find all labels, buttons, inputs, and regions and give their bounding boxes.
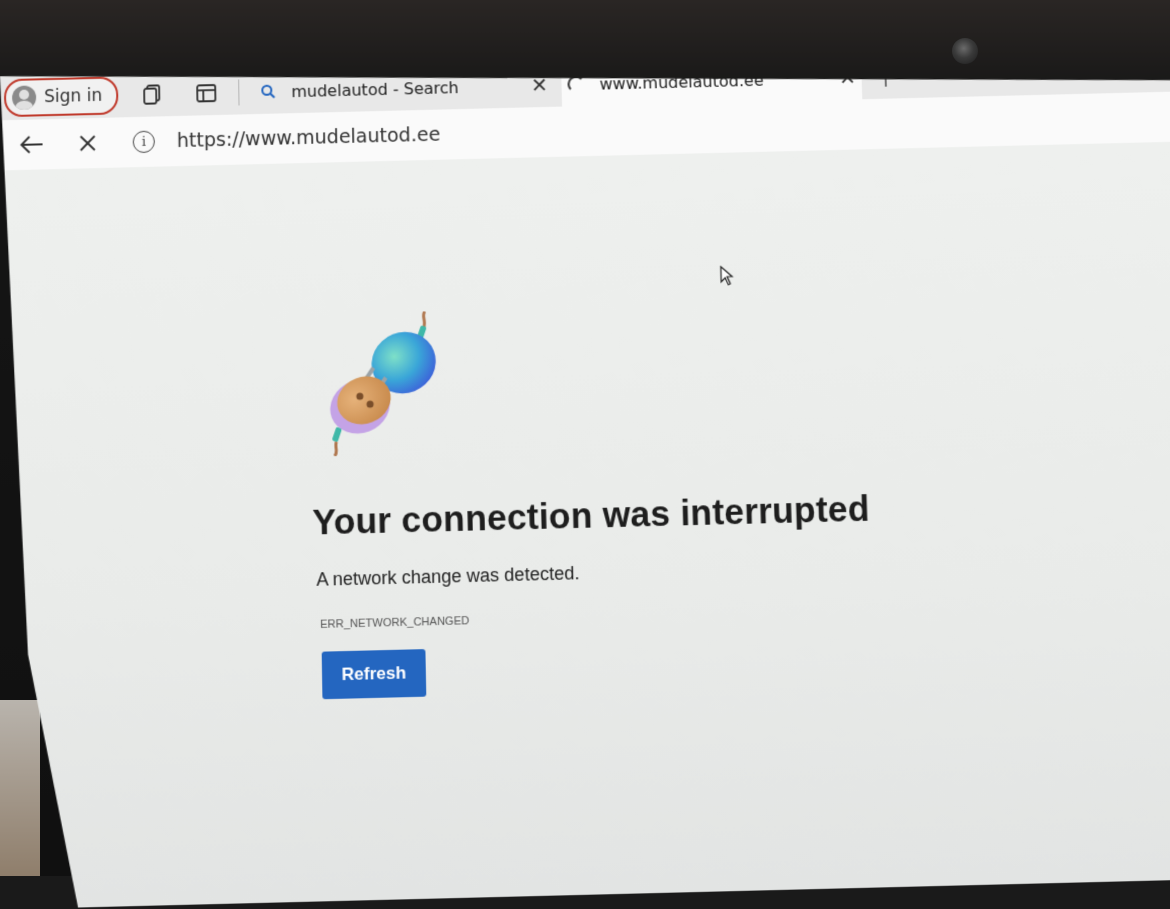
profile-label: Sign in [44,86,102,107]
stop-loading-button[interactable] [62,123,113,164]
tab-actions-icon [194,81,218,106]
refresh-button[interactable]: Refresh [322,649,427,699]
url-text: https://www.mudelautod.ee [177,124,441,153]
back-button[interactable] [6,124,56,165]
back-arrow-icon [18,133,44,156]
error-page: Your connection was interrupted A networ… [1,142,1170,909]
desk-background [0,700,40,876]
page-title: Your connection was interrupted [312,489,870,544]
close-icon [78,133,98,154]
workspaces-icon [140,82,164,107]
error-code: ERR_NETWORK_CHANGED [320,615,469,631]
site-info-icon[interactable]: i [133,131,155,154]
tab-actions-button[interactable] [186,76,226,111]
browser-window: Sign in mudelautod - Search [0,48,1170,909]
profile-button[interactable]: Sign in [4,76,118,117]
disconnected-plug-illustration [322,311,446,456]
avatar-icon [12,85,36,110]
tab-title: mudelautod - Search [291,76,526,101]
tab-separator [238,79,239,105]
mouse-cursor-icon [720,265,735,286]
workspaces-button[interactable] [132,77,172,112]
search-icon [257,83,279,100]
error-message: A network change was detected. [316,563,579,591]
webcam [952,38,978,64]
